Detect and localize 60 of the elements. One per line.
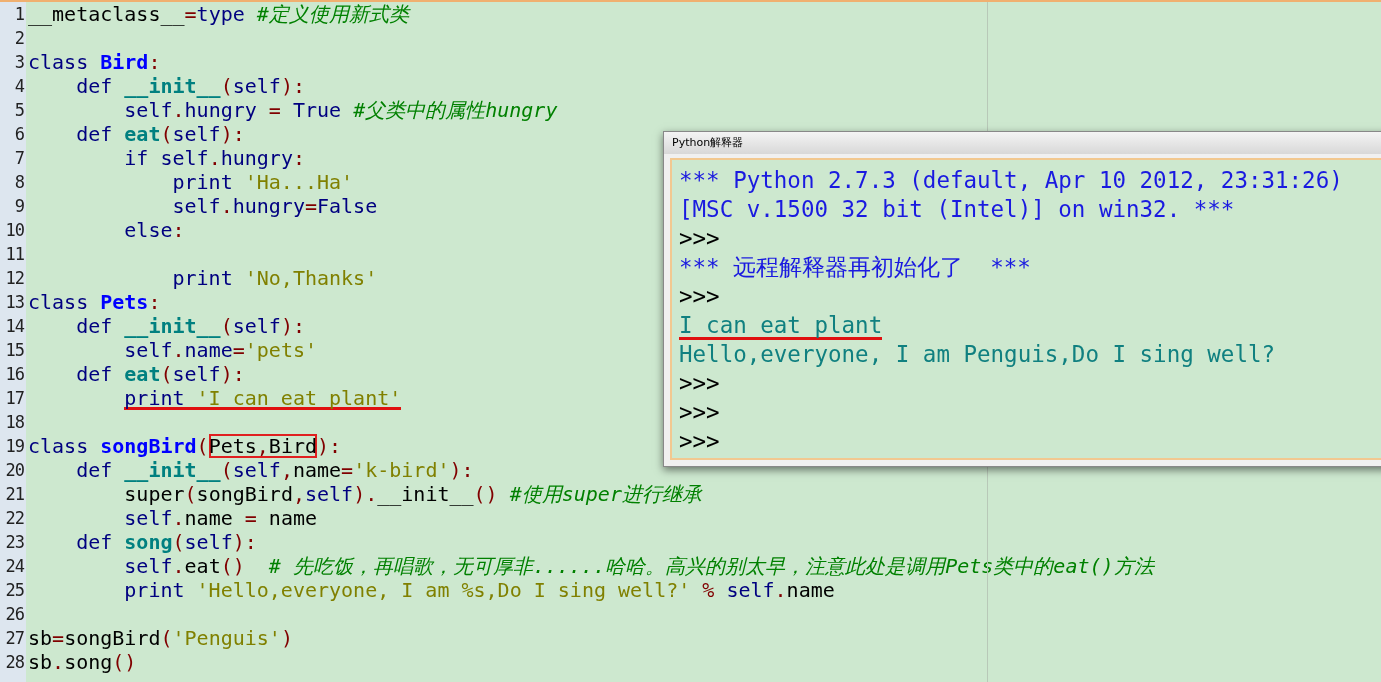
console-line: >>> (679, 427, 720, 456)
line-number: 13 (4, 291, 25, 314)
line-number: 15 (4, 339, 25, 362)
line-number: 17 (4, 387, 25, 410)
console-line: >>> (679, 369, 720, 398)
line-number: 10 (4, 219, 25, 242)
code-line: def eat(self): (75, 122, 245, 146)
code-line: super(songBird,self).__init__() #使用super进行继承 (123, 482, 702, 506)
line-number: 4 (13, 75, 26, 98)
code-line: else: (123, 218, 185, 242)
window-title: Python解释器 (664, 132, 1381, 154)
line-number: 25 (4, 579, 25, 602)
code-line: if self.hungry: (123, 146, 305, 170)
code-line: self.name = name (123, 506, 318, 530)
code-line: def song(self): (75, 530, 257, 554)
code-line: print 'No,Thanks' (171, 266, 378, 290)
line-number: 2 (13, 27, 25, 50)
code-line: self.hungry=False (171, 194, 378, 218)
line-number: 9 (13, 195, 25, 218)
line-number: 22 (4, 507, 25, 530)
line-number: 26 (4, 603, 25, 626)
code-line: class Bird: (28, 50, 161, 74)
console-line: [MSC v.1500 32 bit (Intel)] on win32. *** (679, 195, 1235, 224)
console-line: >>> (679, 224, 720, 253)
line-number: 11 (4, 243, 25, 266)
console-line: *** 远程解释器再初始化了 *** (679, 253, 1031, 282)
line-number: 5 (13, 99, 25, 122)
code-line: class Pets: (28, 290, 161, 314)
line-number: 6 (13, 123, 25, 146)
line-number: 8 (13, 171, 25, 194)
code-line: __metaclass__=type #定义使用新式类 (28, 2, 409, 26)
code-line: def __init__(self): (75, 314, 305, 338)
code-line: print 'Hello,everyone, I am %s,Do I sing well?' % self.name (123, 578, 835, 602)
code-line: sb.song() (28, 650, 137, 674)
code-line: sb=songBird('Penguis') (28, 626, 293, 650)
line-number: 14 (4, 315, 26, 338)
code-line: self.hungry = True #父类中的属性hungry (123, 98, 558, 122)
line-number: 27 (4, 627, 25, 650)
code-line: def eat(self): (75, 362, 245, 386)
code-line: def __init__(self,name='k-bird'): (75, 458, 474, 482)
line-number: 3 (13, 51, 25, 74)
code-line: self.name='pets' (123, 338, 317, 362)
line-number: 16 (4, 363, 25, 386)
code-line: print 'Ha...Ha' (171, 170, 354, 194)
line-number: 7 (13, 147, 25, 170)
line-number: 19 (4, 435, 25, 458)
line-number: 23 (4, 531, 25, 554)
line-number: 28 (4, 651, 25, 674)
line-number: 18 (4, 411, 25, 434)
line-number: 20 (4, 459, 25, 482)
console-line: >>> (679, 398, 720, 427)
console-line: Hello,everyone, I am Penguis,Do I sing well? (679, 340, 1276, 369)
line-number: 12 (4, 267, 25, 290)
console-line: >>> (679, 282, 720, 311)
console-line: *** Python 2.7.3 (default, Apr 10 2012, 23:31:26) (679, 166, 1343, 195)
line-number: 24 (4, 555, 26, 578)
code-line: def __init__(self): (75, 74, 305, 98)
line-number: 21 (4, 483, 25, 506)
code-line: self.eat() # 先吃饭，再唱歌，无可厚非......哈哈。高兴的别太早，注意此处是调用Pets类中的eat()方法 (123, 554, 1154, 578)
line-number: 1 (13, 3, 25, 26)
